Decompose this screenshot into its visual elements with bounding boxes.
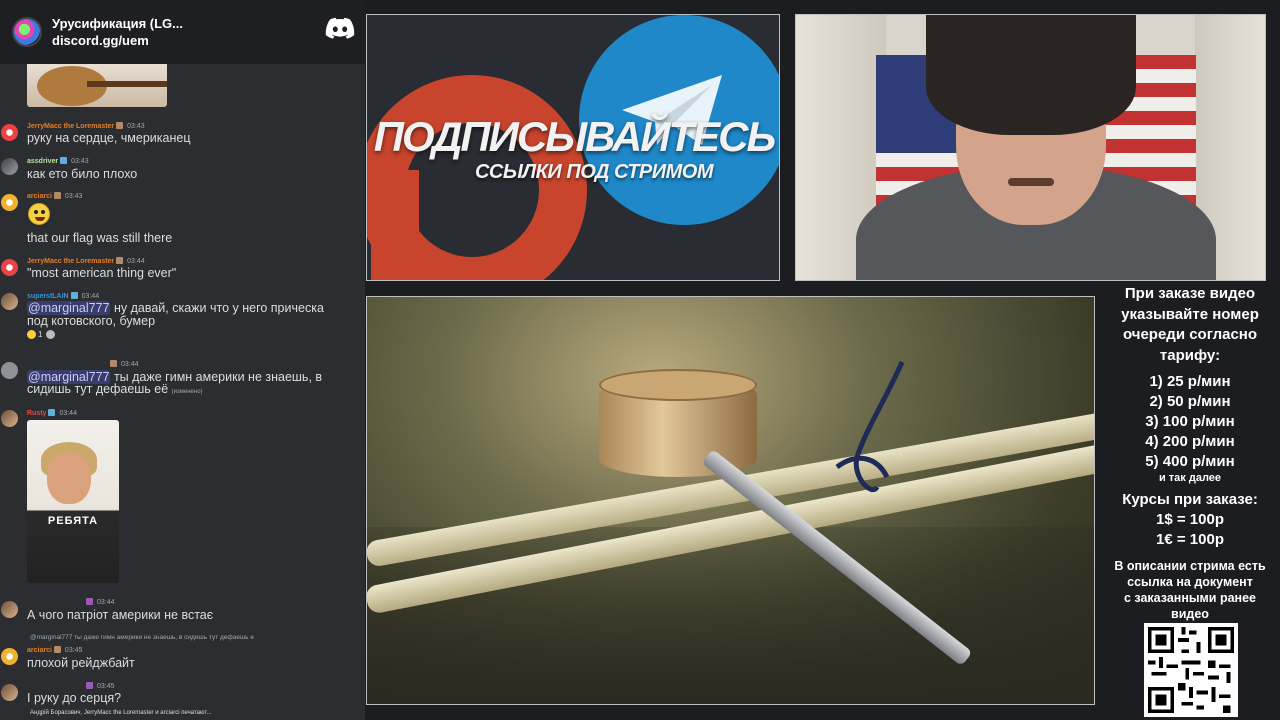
discord-logo-icon <box>325 17 355 39</box>
message-text-continued: под котовского, бумер <box>27 314 156 328</box>
message-timestamp: 03:43 <box>71 158 89 165</box>
rate-item: 2) 50 р/мин <box>1149 393 1231 410</box>
currency-rates: Курсы при заказе: 1$ = 100р 1€ = 100р <box>1100 490 1280 550</box>
info-text: ссылка на документ <box>1127 575 1253 589</box>
message-timestamp: 03:43 <box>64 193 83 200</box>
message-author[interactable]: JerryMacc the Loremaster <box>27 258 114 265</box>
order-info-panel: При заказе видео указывайте номер очеред… <box>1100 284 1280 622</box>
avatar[interactable] <box>1 601 18 618</box>
add-reaction-button[interactable] <box>46 330 56 339</box>
message-text: руку на сердце, чмериканец <box>27 131 191 145</box>
guitar-image-attachment[interactable] <box>27 64 167 107</box>
main-video-player[interactable] <box>366 296 1095 705</box>
message-text: как ето било плохо <box>27 167 138 181</box>
message-author[interactable]: assdriver <box>27 158 58 165</box>
discord-avatar-icon[interactable] <box>1 194 18 211</box>
rate-item: 4) 200 р/мин <box>1145 433 1235 450</box>
message-text: плохой рейджбайт <box>27 656 135 670</box>
role-badge-icon <box>116 257 124 264</box>
message-author[interactable]: arciarci <box>27 647 52 654</box>
role-badge-icon <box>110 360 117 367</box>
laughing-emoji-icon <box>28 203 50 225</box>
avatar[interactable] <box>1 410 18 427</box>
message-author[interactable]: JerryMacc the Loremaster <box>27 123 114 130</box>
message-text: "most american thing ever" <box>27 266 177 280</box>
role-badge-icon <box>70 292 78 299</box>
reaction-count: 1 <box>38 330 43 339</box>
server-invite-link[interactable]: discord.gg/uem <box>52 32 183 49</box>
message-text: ну давай, скажи что у него прическа <box>110 301 324 315</box>
info-text: тарифу: <box>1159 346 1221 364</box>
info-text: 1€ = 100р <box>1156 531 1224 548</box>
message-reactions: 1 <box>27 330 56 339</box>
server-name: Урусификация (LG... <box>52 16 183 31</box>
info-text: указывайте номер <box>1121 305 1259 323</box>
message-timestamp: 03:45 <box>97 683 115 690</box>
message-author[interactable]: arciarci <box>27 193 52 200</box>
subscribe-banner: ПОДПИСЫВАЙТЕСЬ ССЫЛКИ ПОД СТРИМОМ <box>366 14 780 281</box>
rate-etc: и так далее <box>1158 472 1222 484</box>
info-text: В описании стрима есть <box>1114 559 1266 573</box>
message-timestamp: 03:44 <box>121 361 139 368</box>
avatar[interactable] <box>1 362 18 379</box>
user-mention[interactable]: @marginal777 <box>27 301 111 315</box>
role-badge-icon <box>53 646 61 653</box>
info-text: видео <box>1171 607 1209 621</box>
discord-avatar-icon[interactable] <box>1 259 18 276</box>
banner-title: ПОДПИСЫВАЙТЕСЬ <box>373 113 776 160</box>
avatar[interactable] <box>1 684 18 701</box>
role-badge-icon <box>60 157 68 164</box>
rate-item: 3) 100 р/мин <box>1145 413 1235 430</box>
message-timestamp: 03:45 <box>64 647 83 654</box>
message-timestamp: 03:44 <box>127 258 145 265</box>
message-timestamp: 03:44 <box>97 599 115 606</box>
avatar[interactable] <box>1 293 18 310</box>
description-note: В описании стрима есть ссылка на докумен… <box>1100 558 1280 622</box>
role-badge-icon <box>116 122 124 129</box>
server-icon[interactable] <box>12 17 42 47</box>
chat-header: Урусификация (LG... discord.gg/uem <box>0 0 365 64</box>
message-timestamp: 03:44 <box>59 410 77 417</box>
banner-subtitle: ССЫЛКИ ПОД СТРИМОМ <box>474 161 714 183</box>
role-badge-icon <box>86 682 93 689</box>
info-text: При заказе видео <box>1124 285 1256 302</box>
message-text-continued: сидишь тут дефаешь её <box>27 382 169 396</box>
info-text: с заказанными ранее <box>1123 591 1256 605</box>
typing-indicator: Андрій Борасович, JerryMacc the Loremast… <box>30 710 212 716</box>
message-timestamp: 03:43 <box>127 123 145 130</box>
message-timestamp: 03:44 <box>81 293 100 300</box>
role-badge-icon <box>53 192 61 199</box>
role-badge-icon <box>86 598 93 605</box>
discord-avatar-icon[interactable] <box>1 124 18 141</box>
info-text: очереди согласно <box>1122 326 1258 343</box>
qr-code-icon <box>1144 623 1238 717</box>
message-text: that our flag was still there <box>27 231 173 245</box>
info-text: 1$ = 100р <box>1156 511 1224 528</box>
role-badge-icon <box>48 409 56 416</box>
emoji-icon <box>46 330 56 339</box>
webcam-feed <box>795 14 1266 281</box>
message-text: А чого патріот америки не встає <box>27 608 214 622</box>
rate-list: 1) 25 р/мин 2) 50 р/мин 3) 100 р/мин 4) … <box>1100 372 1280 472</box>
rope <box>835 361 905 492</box>
message-author[interactable]: superstLAIN <box>27 293 69 300</box>
message-author[interactable]: Rusty <box>27 410 46 417</box>
edited-marker: (изменено) <box>171 389 203 395</box>
info-text: Курсы при заказе: <box>1122 491 1258 508</box>
rate-item: 1) 25 р/мин <box>1149 373 1231 390</box>
avatar[interactable] <box>1 158 18 175</box>
rate-item: 5) 400 р/мин <box>1145 453 1235 470</box>
gif-attachment[interactable]: РЕБЯТА <box>27 420 119 583</box>
reaction-button[interactable]: 1 <box>27 330 42 339</box>
emoji-icon <box>27 330 36 339</box>
discord-chat-panel: Урусификация (LG... discord.gg/uem Jerry… <box>0 0 365 720</box>
gif-caption: РЕБЯТА <box>47 515 99 527</box>
reply-preview[interactable]: @marginal777 ты даже гимн америки не зна… <box>30 634 254 641</box>
message-text: І руку до серця? <box>27 691 122 705</box>
discord-avatar-icon[interactable] <box>1 648 18 665</box>
